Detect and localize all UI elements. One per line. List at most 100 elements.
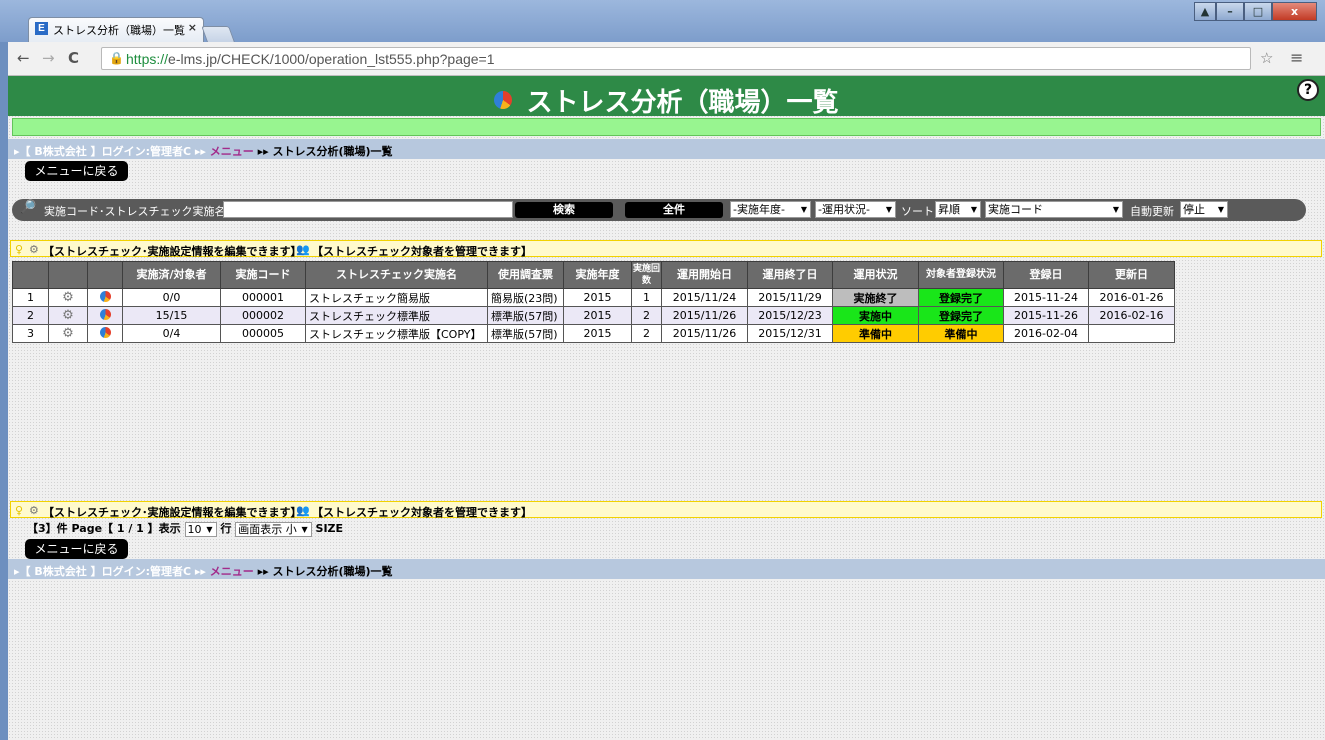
row-settings-gear-icon[interactable]: ⚙	[48, 306, 88, 325]
cell-reg-badge: 準備中	[918, 324, 1004, 343]
cell-updated	[1088, 324, 1175, 343]
cell-created: 2015-11-24	[1003, 288, 1089, 307]
tab-close-icon[interactable]: ×	[188, 21, 197, 34]
row-settings-gear-icon[interactable]: ⚙	[48, 324, 88, 343]
sort-field-select[interactable]: 実施コード ▼	[985, 201, 1123, 218]
url-scheme: https://	[126, 51, 169, 67]
cell-name: ストレスチェック標準版	[305, 306, 488, 325]
cell-status-badge: 実施中	[832, 306, 919, 325]
browser-toolbar: ← → C 🔒 https://e-lms.jp/CHECK/1000/oper…	[8, 42, 1325, 76]
col-header-status[interactable]: 運用状況	[832, 261, 919, 289]
cell-name: ストレスチェック簡易版	[305, 288, 488, 307]
sort-label: ソート	[901, 205, 934, 218]
breadcrumb-menu-link[interactable]: メニュー	[210, 565, 254, 578]
row-chart-icon[interactable]	[87, 288, 123, 307]
cell-sheet: 標準版(57問)	[487, 306, 564, 325]
table-header-row: 実施済/対象者 実施コード ストレスチェック実施名 使用調査票 実施年度 実施回…	[12, 261, 1175, 289]
page-header: ストレス分析（職場）一覧 ?	[8, 76, 1325, 119]
page-background	[8, 76, 1325, 740]
row-label: 行	[220, 522, 232, 535]
col-header-sheet[interactable]: 使用調査票	[487, 261, 564, 289]
gear-icon: ⚙	[29, 243, 39, 256]
operation-table: 実施済/対象者 実施コード ストレスチェック実施名 使用調査票 実施年度 実施回…	[12, 261, 1175, 343]
cell-no: 2	[12, 306, 49, 325]
back-arrow-icon[interactable]: ←	[17, 49, 30, 67]
maximize-button[interactable]: □	[1244, 2, 1272, 21]
per-page-select[interactable]: 10 ▼	[184, 521, 217, 537]
browser-menu-icon[interactable]: ≡	[1290, 48, 1303, 67]
breadcrumb-menu-link[interactable]: メニュー	[210, 145, 254, 158]
message-bar	[12, 118, 1321, 136]
help-icon[interactable]: ?	[1297, 79, 1319, 101]
table-row[interactable]: 1 ⚙ 0/0 000001 ストレスチェック簡易版 簡易版(23問) 2015…	[12, 288, 1175, 307]
cell-times: 2	[631, 324, 662, 343]
year-select-value: -実施年度-	[733, 203, 785, 216]
cell-no: 3	[12, 324, 49, 343]
size-label: SIZE	[315, 522, 344, 535]
row-chart-icon[interactable]	[87, 306, 123, 325]
info-manage-text: 【ストレスチェック対象者を管理できます】	[312, 245, 532, 258]
cell-created: 2015-11-26	[1003, 306, 1089, 325]
row-chart-icon[interactable]	[87, 324, 123, 343]
users-icon: 👥	[296, 504, 310, 517]
url-text: https://e-lms.jp/CHECK/1000/operation_ls…	[126, 51, 495, 67]
year-select[interactable]: -実施年度- ▼	[730, 201, 811, 218]
info-bar-top: ♀ ⚙ 【ストレスチェック･実施設定情報を編集できます】 👥 【ストレスチェック…	[10, 240, 1322, 258]
col-header-updated[interactable]: 更新日	[1088, 261, 1175, 289]
cell-year: 2015	[563, 324, 632, 343]
cell-name: ストレスチェック標準版【COPY】	[305, 324, 488, 343]
col-header-year[interactable]: 実施年度	[563, 261, 632, 289]
cell-done: 15/15	[122, 306, 221, 325]
bookmark-star-icon[interactable]: ☆	[1260, 49, 1273, 67]
close-window-button[interactable]: x	[1272, 2, 1317, 21]
tab-title: ストレス分析（職場）一覧	[53, 24, 185, 37]
cell-end: 2015/12/23	[747, 306, 833, 325]
cell-sheet: 標準版(57問)	[487, 324, 564, 343]
cell-updated: 2016-02-16	[1088, 306, 1175, 325]
auto-update-select[interactable]: 停止 ▼	[1180, 201, 1228, 218]
search-button[interactable]: 検索	[515, 202, 613, 218]
minimize-button[interactable]: –	[1216, 2, 1244, 21]
search-input[interactable]	[223, 201, 513, 218]
back-to-menu-button[interactable]: メニューに戻る	[25, 161, 128, 181]
back-to-menu-button-bottom[interactable]: メニューに戻る	[25, 539, 128, 559]
users-icon: 👥	[296, 243, 310, 256]
status-select[interactable]: -運用状況- ▼	[815, 201, 896, 218]
browser-tab[interactable]: E ストレス分析（職場）一覧 ×	[28, 17, 204, 42]
cell-year: 2015	[563, 288, 632, 307]
col-header-name[interactable]: ストレスチェック実施名	[305, 261, 488, 289]
page-title: ストレス分析（職場）一覧	[8, 82, 1325, 119]
table-row[interactable]: 3 ⚙ 0/4 000005 ストレスチェック標準版【COPY】 標準版(57問…	[12, 324, 1175, 343]
address-bar[interactable]: 🔒 https://e-lms.jp/CHECK/1000/operation_…	[101, 47, 1251, 70]
reload-icon[interactable]: C	[68, 49, 79, 67]
cell-start: 2015/11/24	[661, 288, 748, 307]
table-row[interactable]: 2 ⚙ 15/15 000002 ストレスチェック標準版 標準版(57問) 20…	[12, 306, 1175, 325]
row-settings-gear-icon[interactable]: ⚙	[48, 288, 88, 307]
cell-reg-badge: 登録完了	[918, 288, 1004, 307]
show-all-button[interactable]: 全件	[625, 202, 723, 218]
new-tab-button[interactable]	[201, 26, 235, 42]
cell-end: 2015/12/31	[747, 324, 833, 343]
auto-update-label: 自動更新	[1130, 205, 1174, 218]
sort-order-select[interactable]: 昇順 ▼	[935, 201, 981, 218]
search-magnifier-icon: 🔎	[20, 200, 37, 215]
forward-arrow-icon[interactable]: →	[42, 49, 55, 67]
col-header-code[interactable]: 実施コード	[220, 261, 306, 289]
view-size-select[interactable]: 画面表示 小 ▼	[235, 521, 312, 537]
col-header-reg[interactable]: 対象者登録状況	[918, 261, 1004, 289]
per-page-value: 10	[187, 522, 202, 536]
breadcrumb-company: ▸【 B株式会社 】ログイン:管理者C ▸▸	[14, 565, 210, 578]
restore-icon[interactable]: ▲	[1194, 2, 1216, 21]
col-header-start[interactable]: 運用開始日	[661, 261, 748, 289]
record-count: 【3】件	[27, 522, 68, 535]
sort-field-value: 実施コード	[988, 203, 1043, 216]
col-header-done[interactable]: 実施済/対象者	[122, 261, 221, 289]
info-edit-text: 【ストレスチェック･実施設定情報を編集できます】	[43, 245, 302, 258]
search-label: 実施コード･ストレスチェック実施名	[44, 205, 226, 218]
col-header-created[interactable]: 登録日	[1003, 261, 1089, 289]
col-header-end[interactable]: 運用終了日	[747, 261, 833, 289]
cell-no: 1	[12, 288, 49, 307]
cell-status-badge: 実施終了	[832, 288, 919, 307]
col-header-times[interactable]: 実施回数	[631, 261, 662, 289]
breadcrumb: ▸【 B株式会社 】ログイン:管理者C ▸▸ メニュー ▸▸ ストレス分析(職場…	[8, 139, 1325, 159]
